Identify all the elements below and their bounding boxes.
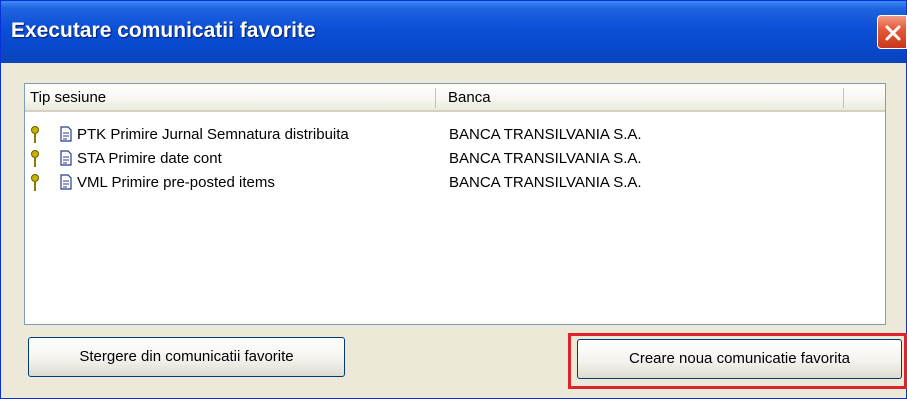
title-bar[interactable]: Executare comunicatii favorite: [1, 1, 907, 63]
column-divider[interactable]: [435, 88, 436, 108]
close-button[interactable]: [877, 15, 907, 49]
favorite-communications-window: Executare comunicatii favorite Tip sesiu…: [0, 0, 907, 399]
delete-favorite-button[interactable]: Stergere din comunicatii favorite: [28, 337, 345, 377]
document-icon: [60, 150, 72, 166]
column-header-banca[interactable]: Banca: [443, 84, 843, 110]
column-header-tip-sesiune[interactable]: Tip sesiune: [25, 84, 435, 110]
row-tip-sesiune: STA Primire date cont: [77, 150, 222, 167]
row-tip-sesiune: VML Primire pre-posted items: [77, 174, 275, 191]
list-item[interactable]: STA Primire date cont BANCA TRANSILVANIA…: [25, 148, 885, 170]
row-tip-sesiune: PTK Primire Jurnal Semnatura distribuita: [77, 126, 349, 143]
favorites-list[interactable]: Tip sesiune Banca PTK Primire Jurnal Sem…: [24, 83, 886, 325]
document-icon: [60, 174, 72, 190]
document-icon: [60, 126, 72, 142]
list-header: Tip sesiune Banca: [25, 84, 885, 112]
highlight-box: [568, 333, 907, 389]
pin-icon: [31, 174, 39, 191]
row-banca: BANCA TRANSILVANIA S.A.: [449, 126, 642, 143]
pin-icon: [31, 126, 39, 143]
list-item[interactable]: PTK Primire Jurnal Semnatura distribuita…: [25, 124, 885, 146]
column-divider[interactable]: [843, 88, 844, 108]
list-item[interactable]: VML Primire pre-posted items BANCA TRANS…: [25, 172, 885, 194]
window-title: Executare comunicatii favorite: [11, 19, 316, 42]
row-banca: BANCA TRANSILVANIA S.A.: [449, 150, 642, 167]
row-banca: BANCA TRANSILVANIA S.A.: [449, 174, 642, 191]
pin-icon: [31, 150, 39, 167]
close-icon: [885, 25, 901, 41]
